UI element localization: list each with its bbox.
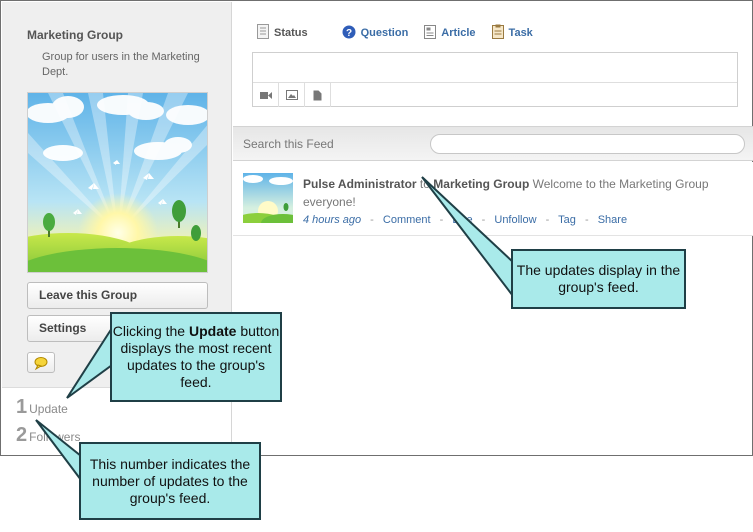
tab-article[interactable]: Article xyxy=(424,24,476,42)
updates-stat[interactable]: 1 Update xyxy=(16,396,68,419)
composer-toolbar xyxy=(253,82,737,107)
tab-task-label: Task xyxy=(508,27,533,39)
separator: - xyxy=(545,214,550,226)
post-type-tabs: Status ? Question Article Task xyxy=(257,24,549,42)
timestamp[interactable]: 4 hours ago xyxy=(303,214,361,226)
separator: - xyxy=(584,214,589,226)
chat-button[interactable] xyxy=(27,352,55,373)
update-callout-text-bold: Update xyxy=(188,323,237,339)
updates-count: 1 xyxy=(16,396,28,418)
separator: - xyxy=(439,214,444,226)
updates-label[interactable]: Update xyxy=(29,402,68,416)
feed-callout-text: The updates display in the group's feed. xyxy=(516,262,681,295)
leave-group-button[interactable]: Leave this Group xyxy=(27,282,208,309)
feed-meta: 4 hours ago - Comment - Like - Unfollow … xyxy=(303,214,627,226)
feed-search-bar: Search this Feed xyxy=(233,126,753,161)
question-icon: ? xyxy=(342,25,356,42)
image-icon xyxy=(285,90,298,100)
followers-count: 2 xyxy=(16,424,28,446)
tab-question[interactable]: ? Question xyxy=(342,25,409,42)
video-icon xyxy=(259,91,272,99)
search-label: Search this Feed xyxy=(243,137,334,151)
main-content: Status ? Question Article Task Search th… xyxy=(233,2,753,455)
author-link[interactable]: Pulse Administrator xyxy=(303,177,417,191)
settings-button[interactable]: Settings xyxy=(27,315,121,342)
group-image xyxy=(27,92,208,273)
article-icon xyxy=(424,24,437,42)
file-icon xyxy=(313,90,322,100)
tab-task[interactable]: Task xyxy=(491,24,533,42)
tab-status[interactable]: Status xyxy=(257,24,308,42)
group-description: Group for users in the Marketing Dept. xyxy=(42,51,200,78)
separator: - xyxy=(370,214,374,226)
number-callout-text: This number indicates the number of upda… xyxy=(89,455,251,506)
status-composer[interactable] xyxy=(252,52,738,107)
video-button[interactable] xyxy=(253,83,279,107)
separator: - xyxy=(481,214,486,226)
share-link[interactable]: Share xyxy=(598,214,627,226)
image-button[interactable] xyxy=(279,83,305,107)
feed-item: Pulse Administrator to Marketing Group W… xyxy=(233,162,753,236)
tab-status-label: Status xyxy=(274,27,308,39)
number-callout: This number indicates the number of upda… xyxy=(79,442,261,520)
clipboard-icon xyxy=(491,24,504,42)
search-input[interactable] xyxy=(430,134,745,154)
chat-bubble-icon xyxy=(34,357,48,371)
update-callout: Clicking the Update button displays the … xyxy=(110,312,282,402)
followers-stat[interactable]: 2 Followers xyxy=(16,424,80,447)
feed-message: Pulse Administrator to Marketing Group W… xyxy=(303,175,723,211)
svg-text:?: ? xyxy=(346,28,352,39)
target-group-link[interactable]: Marketing Group xyxy=(433,177,529,191)
update-callout-text-pre: Clicking the xyxy=(112,323,189,339)
attach-file-button[interactable] xyxy=(305,83,331,107)
to-text: to xyxy=(419,177,430,191)
unfollow-link[interactable]: Unfollow xyxy=(494,214,536,226)
tag-link[interactable]: Tag xyxy=(558,214,576,226)
group-avatar[interactable] xyxy=(243,173,293,223)
tab-article-label: Article xyxy=(441,27,476,39)
document-icon xyxy=(257,24,269,42)
group-name: Marketing Group xyxy=(27,28,124,42)
comment-link[interactable]: Comment xyxy=(383,214,431,226)
feed-callout: The updates display in the group's feed. xyxy=(511,249,686,309)
tab-question-label: Question xyxy=(360,27,409,39)
like-link[interactable]: Like xyxy=(452,214,472,226)
followers-label[interactable]: Followers xyxy=(29,430,80,444)
